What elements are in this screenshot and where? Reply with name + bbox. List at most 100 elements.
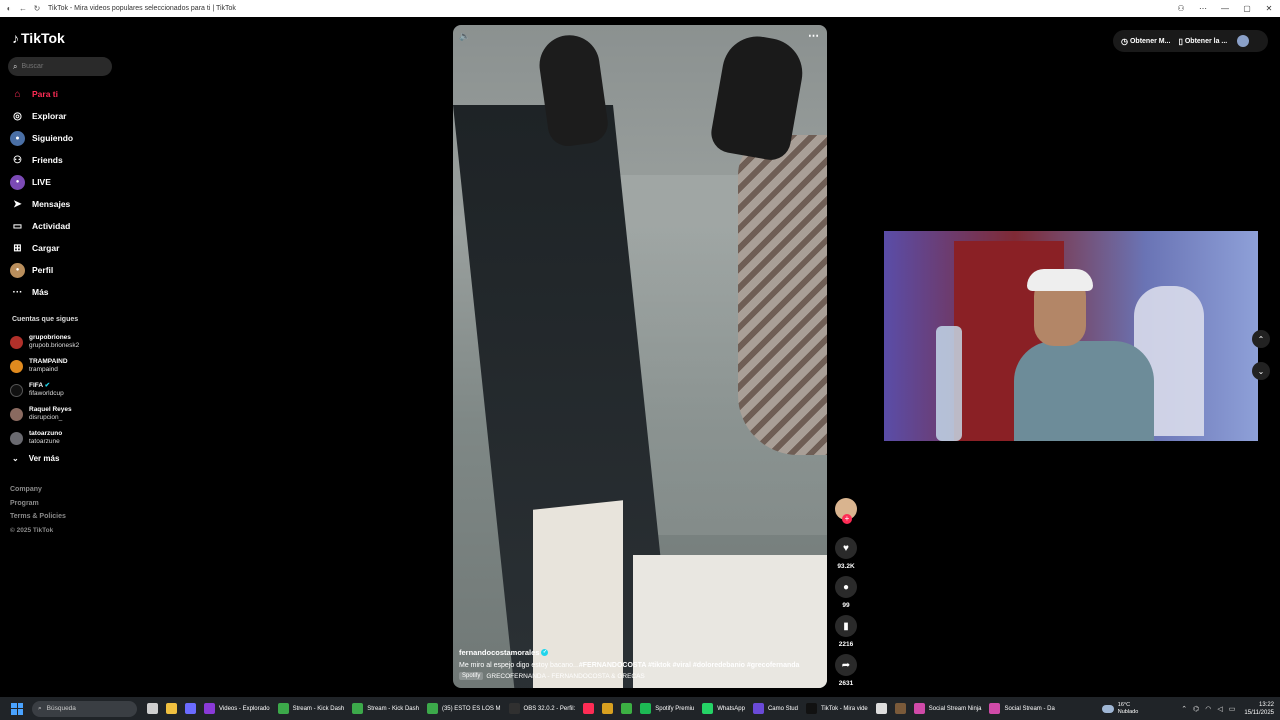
following-item[interactable]: tatoarzuno tatoarzune (10, 426, 120, 450)
previous-video-button[interactable]: ⌃ (1252, 330, 1270, 348)
app-icon (426, 703, 438, 714)
video-author[interactable]: fernandocostamorales ✓ (459, 648, 821, 657)
taskbar-app[interactable] (143, 699, 162, 719)
get-app-button[interactable]: ◷ Obtener M... (1121, 37, 1170, 46)
chevron-up-icon[interactable]: ⌃ (1181, 705, 1187, 713)
video-music[interactable]: Spotify GRECOFERNANDA - FERNANDOCOSTA & G… (459, 672, 821, 680)
following-avatar-icon: ● (10, 130, 25, 146)
taskbar-app[interactable]: TikTok - Mira vide (802, 699, 872, 719)
nav-mas[interactable]: ··· Más (10, 281, 120, 303)
nav-mensajes[interactable]: ➤ Mensajes (10, 193, 120, 215)
nav-live[interactable]: ● LIVE (10, 171, 120, 193)
taskbar-app[interactable] (181, 699, 200, 719)
account-icon[interactable]: ⚇ (1170, 4, 1192, 13)
profile-avatar-icon: ● (10, 262, 25, 278)
nav-explorar[interactable]: ◎ Explorar (10, 105, 120, 127)
app-icon (352, 703, 364, 714)
get-mobile-button[interactable]: ▯ Obtener la ... (1178, 37, 1227, 46)
app-label: Camo Stud (767, 705, 798, 712)
taskbar-app[interactable]: OBS 32.0.2 - Perfil: (505, 699, 580, 719)
taskbar-app[interactable]: (35) ESTO ES LOS M (423, 699, 505, 719)
account-avatar (10, 407, 23, 421)
taskbar-search[interactable]: ⌕ Búsqueda (32, 700, 137, 717)
app-icon (508, 703, 520, 714)
description-tags[interactable]: #FERNANDOCOSTA #tiktok #viral #doloredeb… (579, 662, 800, 669)
bookmark-icon: ▮ (835, 615, 857, 637)
tiktok-note-icon: ♪ (12, 30, 19, 46)
taskbar-app[interactable] (598, 699, 617, 719)
account-name: FIFA (29, 382, 43, 389)
taskbar-app[interactable] (579, 699, 598, 719)
comment-button[interactable]: ● 99 (834, 576, 858, 610)
see-more-button[interactable]: ⌄ Ver más (12, 454, 59, 463)
footer-terms-link[interactable]: Terms & Policies (10, 513, 66, 527)
taskbar-app[interactable] (872, 699, 891, 719)
volume-icon[interactable]: ◁ (1217, 705, 1222, 713)
search-box[interactable]: ⌕ (8, 57, 112, 76)
network-icon[interactable]: ⌬ (1193, 705, 1199, 713)
weather-widget[interactable]: 16°C Nublado (1101, 702, 1138, 716)
share-button[interactable]: ➦ 2631 (834, 654, 858, 688)
video-description: Me miro al espejo digo estoy bacano...#F… (459, 662, 821, 669)
chevron-down-icon: ⌄ (1257, 366, 1265, 376)
account-name: Raquel Reyes (29, 406, 72, 413)
app-menu-icon[interactable]: ◐ (4, 4, 14, 14)
windows-start-icon[interactable] (8, 700, 26, 718)
video-player[interactable]: 🔈 ⋯ fernandocostamorales ✓ Me miro al esp… (453, 25, 827, 688)
taskbar-app[interactable]: Stream - Kick Dash (348, 699, 423, 719)
account-handle: tatoarzune (29, 438, 60, 445)
more-icon[interactable]: ⋯ (1192, 4, 1214, 13)
footer-company-link[interactable]: Company (10, 486, 66, 500)
following-item[interactable]: TRAMPAIND trampaind (10, 354, 120, 378)
close-button[interactable]: ✕ (1258, 4, 1280, 13)
next-video-button[interactable]: ⌄ (1252, 362, 1270, 380)
following-item[interactable]: Raquel Reyes disrupcion_ (10, 402, 120, 426)
maximize-button[interactable]: ▢ (1236, 4, 1258, 13)
follow-plus-icon[interactable]: + (842, 514, 852, 524)
video-info: fernandocostamorales ✓ Me miro al espejo … (459, 648, 821, 680)
following-item[interactable]: FIFA ✔ fifaworldcup (10, 378, 120, 402)
app-icon (621, 703, 633, 714)
taskbar-tray: 16°C Nublado ⌃ ⌬ ◠ ◁ ▭ 13:22 15/11/2025 (1101, 697, 1274, 720)
taskbar-app[interactable] (162, 699, 181, 719)
taskbar-app[interactable]: Camo Stud (749, 699, 802, 719)
nav-cargar[interactable]: ⊞ Cargar (10, 237, 120, 259)
taskbar-app[interactable]: Stream - Kick Dash (274, 699, 349, 719)
nav-perfil[interactable]: ● Perfil (10, 259, 120, 281)
nav-actividad[interactable]: ▭ Actividad (10, 215, 120, 237)
comment-count: 99 (842, 602, 850, 609)
account-handle: disrupcion_ (29, 414, 63, 421)
volume-icon[interactable]: 🔈 (459, 31, 470, 42)
like-button[interactable]: ♥ 93.2K (834, 537, 858, 571)
nav-siguiendo[interactable]: ● Siguiendo (10, 127, 120, 149)
taskbar-app[interactable]: Social Stream - Da (985, 699, 1058, 719)
creator-avatar-button[interactable]: + (834, 498, 858, 532)
video-more-icon[interactable]: ⋯ (808, 29, 819, 42)
refresh-icon[interactable]: ↻ (32, 4, 42, 14)
taskbar-app[interactable]: WhatsApp (698, 699, 749, 719)
battery-icon[interactable]: ▭ (1229, 705, 1236, 713)
video-navigation: ⌃ ⌄ (1252, 330, 1270, 394)
app-icon (583, 703, 595, 714)
taskbar-app[interactable]: Social Stream Ninja (910, 699, 986, 719)
tiktok-logo[interactable]: ♪ TikTok (12, 30, 65, 46)
music-badge: Spotify (459, 672, 484, 680)
profile-avatar[interactable] (1237, 35, 1250, 47)
app-icon (602, 703, 614, 714)
taskbar-app[interactable]: Videos - Explorado (200, 699, 274, 719)
save-button[interactable]: ▮ 2216 (834, 615, 858, 649)
nav-friends[interactable]: ⚇ Friends (10, 149, 120, 171)
app-label: (35) ESTO ES LOS M (441, 705, 501, 712)
back-icon[interactable]: ← (18, 4, 28, 14)
taskbar-clock[interactable]: 13:22 15/11/2025 (1244, 701, 1274, 717)
taskbar-app[interactable] (617, 699, 636, 719)
taskbar-app[interactable]: Spotify Premiu (636, 699, 698, 719)
wifi-icon[interactable]: ◠ (1205, 705, 1211, 713)
taskbar-app[interactable] (891, 699, 910, 719)
following-header: Cuentas que sigues (12, 316, 79, 323)
nav-para-ti[interactable]: ⌂ Para ti (10, 83, 120, 105)
following-item[interactable]: grupobriones grupob.brionesk2 (10, 330, 120, 354)
footer-program-link[interactable]: Program (10, 500, 66, 514)
minimize-button[interactable]: — (1214, 4, 1236, 13)
search-input[interactable] (21, 63, 102, 70)
